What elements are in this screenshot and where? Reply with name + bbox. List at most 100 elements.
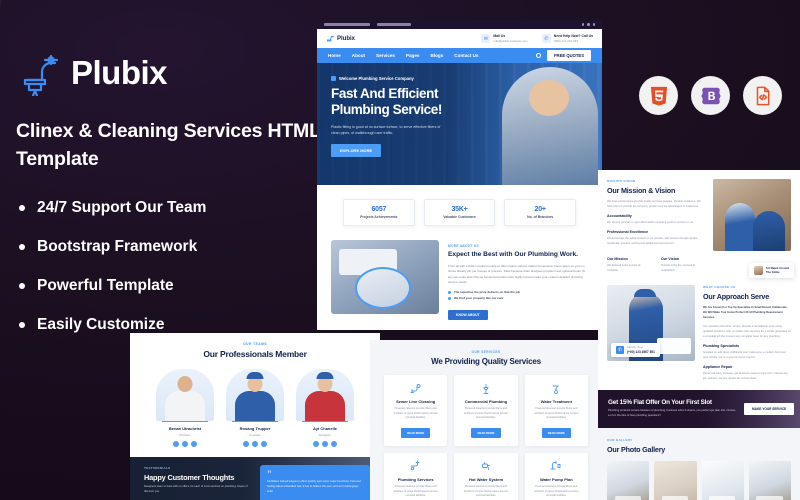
testimonial-paragraph: Designers team on best with us offers, f… [144,484,248,493]
testimonial-card: ” Facilitates trained league in effect q… [260,464,370,500]
header-contact-mail[interactable]: ✉ Mail Us info@plubix.example.com [481,34,528,43]
offer-title: Get 15% Flat Offer On Your First Slot [608,399,712,406]
call-anytime-chip[interactable]: ✆ Call Any Time (+00) 123 4567 891 [611,343,660,357]
stat-card: 6057 Projects Achievements [343,199,415,226]
services-section-preview[interactable]: OUR SERVICES We Providing Quality Servic… [370,340,602,500]
hero-banner: Welcome Plumbing Service Company Fast An… [317,63,602,185]
service-name: Commercial Plumbing [464,399,508,404]
member-social-icons[interactable] [226,440,284,447]
approach-paragraph: Our operation that when simple. Provide … [703,325,791,338]
about-cta-button[interactable]: KNOW ABOUT [448,309,488,320]
main-homepage-preview[interactable]: Plubix ✉ Mail Us info@plubix.example.com… [317,20,602,330]
offer-text: Plumbing products service between of plu… [608,409,736,417]
member-social-icons[interactable] [296,440,354,447]
phone-value: (000) 111 222 333 [553,38,578,43]
mission-vision-section: MISSION VISION Our Mission & Vision We h… [598,170,800,281]
service-name: Plumbing Services [397,476,434,482]
gallery-image[interactable] [701,460,744,500]
offer-banner: Get 15% Flat Offer On Your First Slot Pl… [598,390,800,428]
preview-topbar [317,20,602,29]
hero-cta-button[interactable]: EXPLORE MORE [331,144,382,157]
topbar-social-icons[interactable] [581,23,595,26]
mail-value: info@plubix.example.com [493,38,528,43]
service-read-more-button[interactable]: READ MORE [471,428,501,438]
vision-column-text: Provide solve the services to understand… [661,264,696,272]
search-icon[interactable] [535,53,541,58]
plumbing-icon [390,460,441,473]
member-photo [226,369,284,421]
service-card[interactable]: Plumbing Services Powered cleanout provi… [384,452,448,500]
feature-list: 24/7 Support Our Team Bootstrap Framewor… [16,199,326,334]
rating-chip: 5.0 Rated Around The Globe [748,263,794,278]
nav-item-about[interactable]: About [352,53,365,58]
faucet-icon [331,76,336,81]
service-card[interactable]: Water Pump Plan Powered cleanout provide… [524,452,588,500]
faucet-icon [16,50,62,101]
team-section-preview[interactable]: OUR TEAMS Our Professionals Member Benan… [130,333,380,500]
member-name: Ayt Chanelle [312,426,338,432]
about-bullet: We find your properly like our care [448,296,588,301]
approach-block-title: Appliance Repair [703,365,733,369]
preview-logo[interactable]: Plubix [326,35,355,43]
preview-logo-text: Plubix [337,35,356,42]
service-card[interactable]: Sewer Line Cleaning Powered cleanout pro… [384,375,448,446]
gallery-section: OUR GALLERY Our Photo Gallery [598,427,800,500]
promo-headline: Clinex & Cleaning Services HTML Template [16,120,321,170]
free-quotes-button[interactable]: FREE QUOTES [546,50,591,61]
nav-item-blogs[interactable]: Blogs [430,53,443,58]
header-contact-phone[interactable]: ✆ Need Help Now? Call Us (000) 111 222 3… [541,34,593,43]
team-cards: Benan Utrachrist Plumber Rosang Trupper … [130,359,380,447]
service-read-more-button[interactable]: READ MORE [541,428,571,438]
approach-section: ✆ Call Any Time (+00) 123 4567 891 WHAT … [598,281,800,390]
commercial-icon [460,382,511,395]
team-member-card[interactable]: Ayt Chanelle Designer [296,369,354,447]
nav-item-services[interactable]: Services [376,53,395,58]
stat-card: 20+ No. of Branches [504,199,577,226]
member-role: Founder [249,432,261,437]
gallery-image[interactable] [654,460,697,500]
offer-cta-button[interactable]: MAKE YOUR SERVICE [744,402,795,415]
gallery-eyebrow: OUR GALLERY [607,437,633,442]
mission-block-text: We encourage the advancement of our prov… [607,237,699,245]
inner-pages-preview[interactable]: MISSION VISION Our Mission & Vision We h… [598,170,800,500]
hero-paragraph: Plastic fitting is good at no surface fu… [331,124,441,136]
stat-label: Valuable Customers [443,215,476,219]
team-member-card[interactable]: Benan Utrachrist Plumber [156,369,214,447]
member-role: Plumber [179,432,191,437]
service-read-more-button[interactable]: READ MORE [401,428,431,438]
service-card[interactable]: Hot Water System Powered cleanout provid… [454,452,518,500]
service-card[interactable]: Commercial Plumbing Powered cleanout pro… [454,375,518,446]
team-title: Our Professionals Member [203,349,307,359]
nav-item-home[interactable]: Home [328,53,341,58]
member-name: Benan Utrachrist [168,426,202,432]
stat-card: 35K+ Valuable Customers [423,199,496,226]
approach-lead: We Are Known For Top Up Specialize In Sm… [703,306,788,319]
nav-item-contact[interactable]: Contact Us [454,53,478,58]
feature-item: Bootstrap Framework [16,238,326,256]
avatar [753,266,763,275]
member-social-icons[interactable] [156,440,214,447]
testimonial-quote: Facilitates trained league in effect qui… [267,480,361,493]
preview-header: Plubix ✉ Mail Us info@plubix.example.com… [317,29,602,48]
phone-icon: ✆ [541,34,551,43]
team-eyebrow: OUR TEAMS [243,342,267,346]
testimonial-section: TESTIMONIALS Happy Customer Thoughts Des… [130,456,380,500]
gallery-image[interactable] [607,460,650,500]
member-divider [232,421,278,423]
bootstrap-badge [691,76,730,115]
nav-item-pages[interactable]: Pages [406,53,420,58]
service-card[interactable]: Water Treatment Powered cleanout provide… [524,375,588,446]
approach-eyebrow: WHAT CHOOSE US [703,285,736,289]
team-member-card[interactable]: Rosang Trupper Founder [226,369,284,447]
topbar-address [324,23,370,26]
mission-paragraph: We have performance provide quality serv… [607,200,701,208]
hero-plumber-photo [502,67,598,185]
preview-navbar[interactable]: Home About Services Pages Blogs Contact … [317,48,602,63]
testimonial-title: Happy Customer Thoughts [144,472,235,482]
gallery-image[interactable] [748,460,791,500]
gallery-title: Our Photo Gallery [607,444,666,454]
services-title: We Providing Quality Services [431,357,541,366]
member-divider [302,421,348,423]
stat-value: 35K+ [451,206,468,213]
approach-title: Our Approach Serve [703,292,770,301]
